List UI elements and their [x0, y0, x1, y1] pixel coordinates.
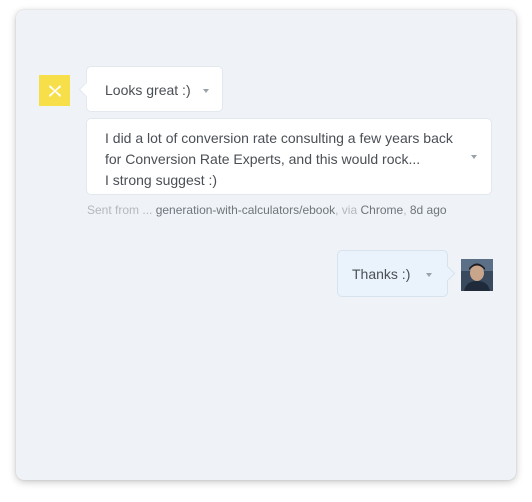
user-photo-icon: [461, 259, 493, 291]
reply-text: Thanks :): [352, 266, 411, 282]
via-label: , via: [335, 203, 358, 217]
message-line: I did a lot of conversion rate consultin…: [105, 130, 453, 146]
reply-bubble-thanks[interactable]: Thanks :): [337, 250, 448, 297]
message-bubble-looks-great[interactable]: Looks great :): [86, 66, 223, 112]
message-time: 8d ago: [409, 203, 447, 217]
message-text: Looks great :): [105, 82, 191, 98]
caret-down-icon[interactable]: [471, 155, 477, 159]
app-logo-avatar: [39, 75, 70, 106]
caret-down-icon[interactable]: [203, 89, 209, 93]
sent-from-page-link[interactable]: generation-with-calculators/ebook: [156, 203, 335, 217]
caret-down-icon[interactable]: [426, 273, 432, 277]
sent-from-label: Sent from ...: [87, 203, 153, 217]
message-line: for Conversion Rate Experts, and this wo…: [105, 151, 421, 167]
message-bubble-conversion[interactable]: I did a lot of conversion rate consultin…: [86, 118, 492, 195]
browser-name: Chrome: [360, 203, 404, 217]
logo-icon: [48, 84, 61, 97]
meta-separator: ,: [403, 203, 407, 217]
message-line: I strong suggest :): [105, 172, 218, 188]
user-photo-avatar: [461, 259, 493, 291]
message-meta: Sent from ... generation-with-calculator…: [87, 203, 447, 217]
